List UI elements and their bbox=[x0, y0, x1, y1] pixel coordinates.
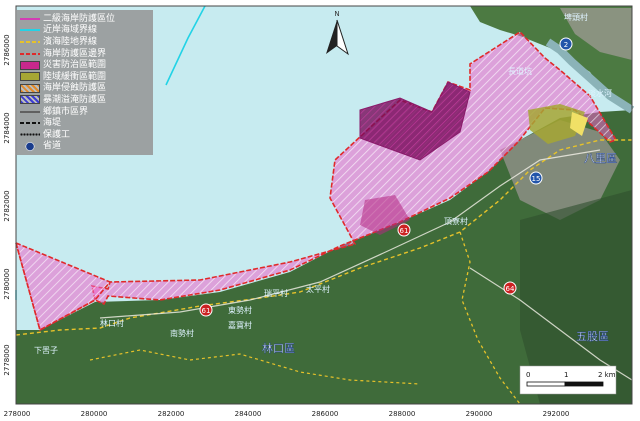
road-shield: 15 bbox=[529, 171, 543, 185]
place-label: 淡水河 bbox=[588, 88, 612, 98]
legend-item: 鄉鎮市區界 bbox=[20, 106, 149, 118]
legend-label: 海堤 bbox=[43, 118, 62, 129]
x-tick-label: 284000 bbox=[235, 410, 262, 418]
road-shield: 61 bbox=[199, 303, 213, 317]
svg-text:64: 64 bbox=[506, 285, 515, 293]
legend-label: 省道 bbox=[43, 141, 62, 152]
legend-item: 二級海岸防護區位 bbox=[20, 13, 149, 25]
x-tick-label: 282000 bbox=[158, 410, 185, 418]
place-label: 嘉寶村 bbox=[228, 320, 252, 330]
map-legend: 二級海岸防護區位 近岸海域界線 濱海陸地界線 海岸防護區邊界 災害防治區範圍 陸域緩衝區範… bbox=[16, 10, 153, 156]
legend-symbol-icon bbox=[20, 95, 40, 105]
north-arrow-label: N bbox=[334, 10, 339, 18]
legend-symbol-icon bbox=[20, 37, 40, 47]
legend-symbol-icon bbox=[20, 60, 40, 70]
road-shield: 64 bbox=[503, 281, 517, 295]
scale-bar: 0 1 2 km bbox=[519, 365, 617, 395]
legend-symbol-icon bbox=[20, 107, 40, 117]
svg-text:2: 2 bbox=[564, 41, 568, 49]
svg-text:15: 15 bbox=[532, 175, 541, 183]
x-tick-label: 278000 bbox=[4, 410, 31, 418]
legend-symbol-icon bbox=[20, 141, 40, 151]
district-label-linkou: 林口區 bbox=[262, 341, 295, 355]
place-label: 埤頭村 bbox=[564, 12, 588, 22]
legend-label: 二級海岸防護區位 bbox=[43, 13, 116, 24]
legend-item: 近岸海域界線 bbox=[20, 25, 149, 37]
road-shield: 61 bbox=[397, 223, 411, 237]
place-label: 瑞平村 bbox=[264, 288, 288, 298]
place-label: 下罟子 bbox=[34, 346, 58, 355]
legend-item: 暴潮溢淹防護區 bbox=[20, 94, 149, 106]
legend-label: 鄉鎮市區界 bbox=[43, 106, 89, 117]
legend-symbol-icon bbox=[20, 72, 40, 82]
legend-symbol-icon bbox=[20, 25, 40, 35]
legend-label: 濱海陸地界線 bbox=[43, 36, 98, 47]
svg-text:61: 61 bbox=[202, 307, 211, 315]
legend-label: 海岸防護區邊界 bbox=[43, 48, 107, 59]
legend-item: 陸域緩衝區範圍 bbox=[20, 71, 149, 83]
district-label-bali: 八里區 bbox=[584, 152, 617, 165]
y-tick-label: 2786000 bbox=[3, 34, 11, 65]
legend-symbol-icon bbox=[20, 14, 40, 24]
place-label: 林口村 bbox=[100, 318, 124, 328]
x-tick-label: 288000 bbox=[389, 410, 416, 418]
place-label: 南勢村 bbox=[170, 328, 194, 338]
svg-text:61: 61 bbox=[400, 227, 409, 235]
y-tick-label: 2784000 bbox=[3, 112, 11, 143]
legend-item: 海堤 bbox=[20, 117, 149, 129]
x-tick-label: 280000 bbox=[81, 410, 108, 418]
road-shield: 2 bbox=[559, 37, 573, 51]
legend-item: 省道 bbox=[20, 141, 149, 153]
legend-label: 災害防治區範圍 bbox=[43, 60, 107, 71]
legend-label: 暴潮溢淹防護區 bbox=[43, 94, 107, 105]
svg-text:2 km: 2 km bbox=[598, 371, 616, 379]
place-label: 頂寮村 bbox=[444, 216, 468, 226]
district-label-wugu: 五股區 bbox=[576, 330, 609, 343]
legend-label: 海岸侵蝕防護區 bbox=[43, 83, 107, 94]
y-tick-label: 2782000 bbox=[3, 190, 11, 221]
x-tick-label: 290000 bbox=[466, 410, 493, 418]
legend-symbol-icon bbox=[20, 83, 40, 93]
svg-text:1: 1 bbox=[564, 371, 568, 379]
legend-symbol-icon bbox=[20, 118, 40, 128]
legend-item: 濱海陸地界線 bbox=[20, 36, 149, 48]
legend-item: 保護工 bbox=[20, 129, 149, 141]
legend-symbol-icon bbox=[20, 130, 40, 140]
y-tick-label: 2780000 bbox=[3, 268, 11, 299]
y-tick-label: 2778000 bbox=[3, 344, 11, 375]
legend-label: 陸域緩衝區範圍 bbox=[43, 71, 107, 82]
legend-label: 保護工 bbox=[43, 129, 71, 140]
place-label: 東勢村 bbox=[228, 305, 252, 315]
svg-text:0: 0 bbox=[526, 371, 530, 379]
legend-item: 海岸侵蝕防護區 bbox=[20, 83, 149, 95]
legend-item: 海岸防護區邊界 bbox=[20, 48, 149, 60]
legend-label: 近岸海域界線 bbox=[43, 25, 98, 36]
x-tick-label: 292000 bbox=[543, 410, 570, 418]
place-label: 太平村 bbox=[306, 284, 330, 294]
legend-item: 災害防治區範圍 bbox=[20, 59, 149, 71]
x-tick-label: 286000 bbox=[312, 410, 339, 418]
place-label: 長道坑 bbox=[508, 66, 532, 76]
legend-symbol-icon bbox=[20, 49, 40, 59]
